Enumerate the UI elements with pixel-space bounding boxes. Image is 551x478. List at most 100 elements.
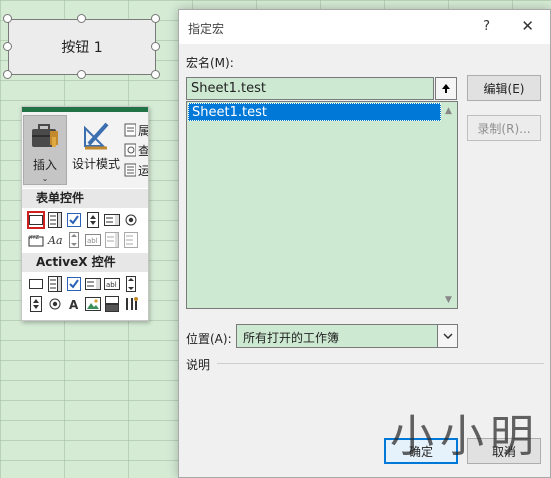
form-textfield-control[interactable]: abl [84,231,102,249]
view-code-icon [124,143,136,157]
dialog-title: 指定宏 [188,22,225,36]
dropdown-arrow-icon [442,333,453,339]
svg-text:Aa: Aa [47,234,63,247]
run-dialog-icon [124,163,136,177]
svg-text:XYZ: XYZ [29,235,39,241]
radio-icon [49,298,61,310]
resize-handle[interactable] [3,70,12,79]
combodropdown-icon [124,232,138,248]
record-button[interactable]: 录制(R)... [467,115,541,141]
scroll-up-icon[interactable]: ▲ [440,102,457,119]
help-icon[interactable]: ? [483,19,490,34]
spinner-icon [87,212,99,228]
form-combobox-control[interactable] [46,211,64,229]
form-combodropdown-control[interactable] [122,231,140,249]
image-icon [85,297,101,311]
location-label: 位置(A): [186,332,232,346]
location-select[interactable]: 所有打开的工作簿 [236,324,458,348]
form-scrollbar-control[interactable] [65,231,83,249]
properties-button[interactable]: 属 [124,120,148,140]
resize-handle[interactable] [77,14,86,23]
macro-list-scrollbar[interactable]: ▲ ▼ [440,102,457,308]
resize-handle[interactable] [151,14,160,23]
location-value: 所有打开的工作簿 [243,331,340,345]
form-combolist-control[interactable] [103,231,121,249]
activex-image-control[interactable] [84,295,102,313]
svg-text:abl: abl [106,281,117,289]
chevron-down-icon[interactable] [437,325,457,347]
svg-text:A: A [69,298,79,311]
activex-label-control[interactable]: A [65,295,83,313]
form-checkbox-control[interactable] [65,211,83,229]
activex-checkbox-control[interactable] [65,275,83,293]
view-code-label: 查 [137,143,149,158]
macro-name-label: 宏名(M): [186,56,234,70]
watermark-text: 小小明 [390,411,540,462]
resize-handle[interactable] [151,42,160,51]
activex-controls-row: abl [27,275,140,293]
scrollbar-icon [126,276,136,292]
activex-radio-control[interactable] [46,295,64,313]
label-icon: Aa [47,234,63,247]
shape-button[interactable]: 按钮 1 [8,19,156,75]
design-mode-button[interactable]: 设计模式 [68,115,124,185]
resize-handle[interactable] [3,42,12,51]
resize-handle[interactable] [3,14,12,23]
edit-button[interactable]: 编辑(E) [467,75,541,101]
design-mode-icon [84,122,109,150]
insert-label: 插入 [32,158,57,172]
activex-textbox-control[interactable]: abl [103,275,121,293]
checkbox-icon [67,213,81,227]
button-control-icon [29,279,43,289]
listbox-icon [104,214,120,226]
resize-handle[interactable] [77,70,86,79]
run-dialog-button[interactable]: 运 [124,160,149,180]
toolbox-icon [32,124,58,147]
form-controls-header: 表单控件 [22,189,148,208]
collapse-dialog-button[interactable] [435,77,457,100]
dialog-titlebar[interactable]: 指定宏 ? ✕ [179,10,550,44]
groupbox-icon: XYZ [28,235,44,247]
run-dialog-label: 运 [137,163,149,178]
design-mode-label: 设计模式 [71,157,120,171]
activex-controls-row: A [27,295,140,313]
view-code-button[interactable]: 查 [124,140,149,160]
toggle-icon [105,296,119,312]
scrollbar-icon [69,232,79,248]
shape-button-label: 按钮 1 [61,40,103,56]
form-spinner-control[interactable] [84,211,102,229]
activex-combobox-control[interactable] [46,275,64,293]
insert-controls-panel: 插入 ⌄ 设计模式 属 查 运 表单控件 XYZ Aa abl ActiveX … [21,106,149,321]
activex-scrollbar-control[interactable] [122,275,140,293]
textfield-icon: abl [85,234,101,246]
form-label-control[interactable]: Aa [46,231,64,249]
macro-name-input[interactable]: Sheet1.test [186,77,434,100]
scroll-down-icon[interactable]: ▼ [440,291,457,308]
activex-controls-header: ActiveX 控件 [22,253,148,272]
combolist-icon [105,232,119,248]
activex-listbox-control[interactable] [84,275,102,293]
up-arrow-icon [442,84,450,93]
form-radio-control[interactable] [122,211,140,229]
textbox-icon: abl [104,278,120,290]
form-button-control[interactable] [27,211,45,229]
activex-spinner-control[interactable] [27,295,45,313]
more-controls-icon [126,297,138,310]
macro-list[interactable]: Sheet1.test ▲ ▼ [186,101,458,309]
button-control-icon [29,215,43,225]
form-listbox-control[interactable] [103,211,121,229]
insert-button[interactable]: 插入 ⌄ [23,115,67,185]
svg-text:abl: abl [87,237,98,245]
close-icon[interactable]: ✕ [521,17,534,35]
spinner-icon [30,296,42,312]
chevron-down-icon: ⌄ [41,174,49,183]
description-label: 说明 [186,358,211,372]
resize-handle[interactable] [151,70,160,79]
more-controls-button[interactable] [122,295,140,313]
macro-list-item[interactable]: Sheet1.test [188,103,441,121]
form-groupbox-control[interactable]: XYZ [27,231,45,249]
combobox-icon [48,212,62,228]
macro-name-value: Sheet1.test [191,81,266,96]
activex-button-control[interactable] [27,275,45,293]
activex-toggle-control[interactable] [103,295,121,313]
